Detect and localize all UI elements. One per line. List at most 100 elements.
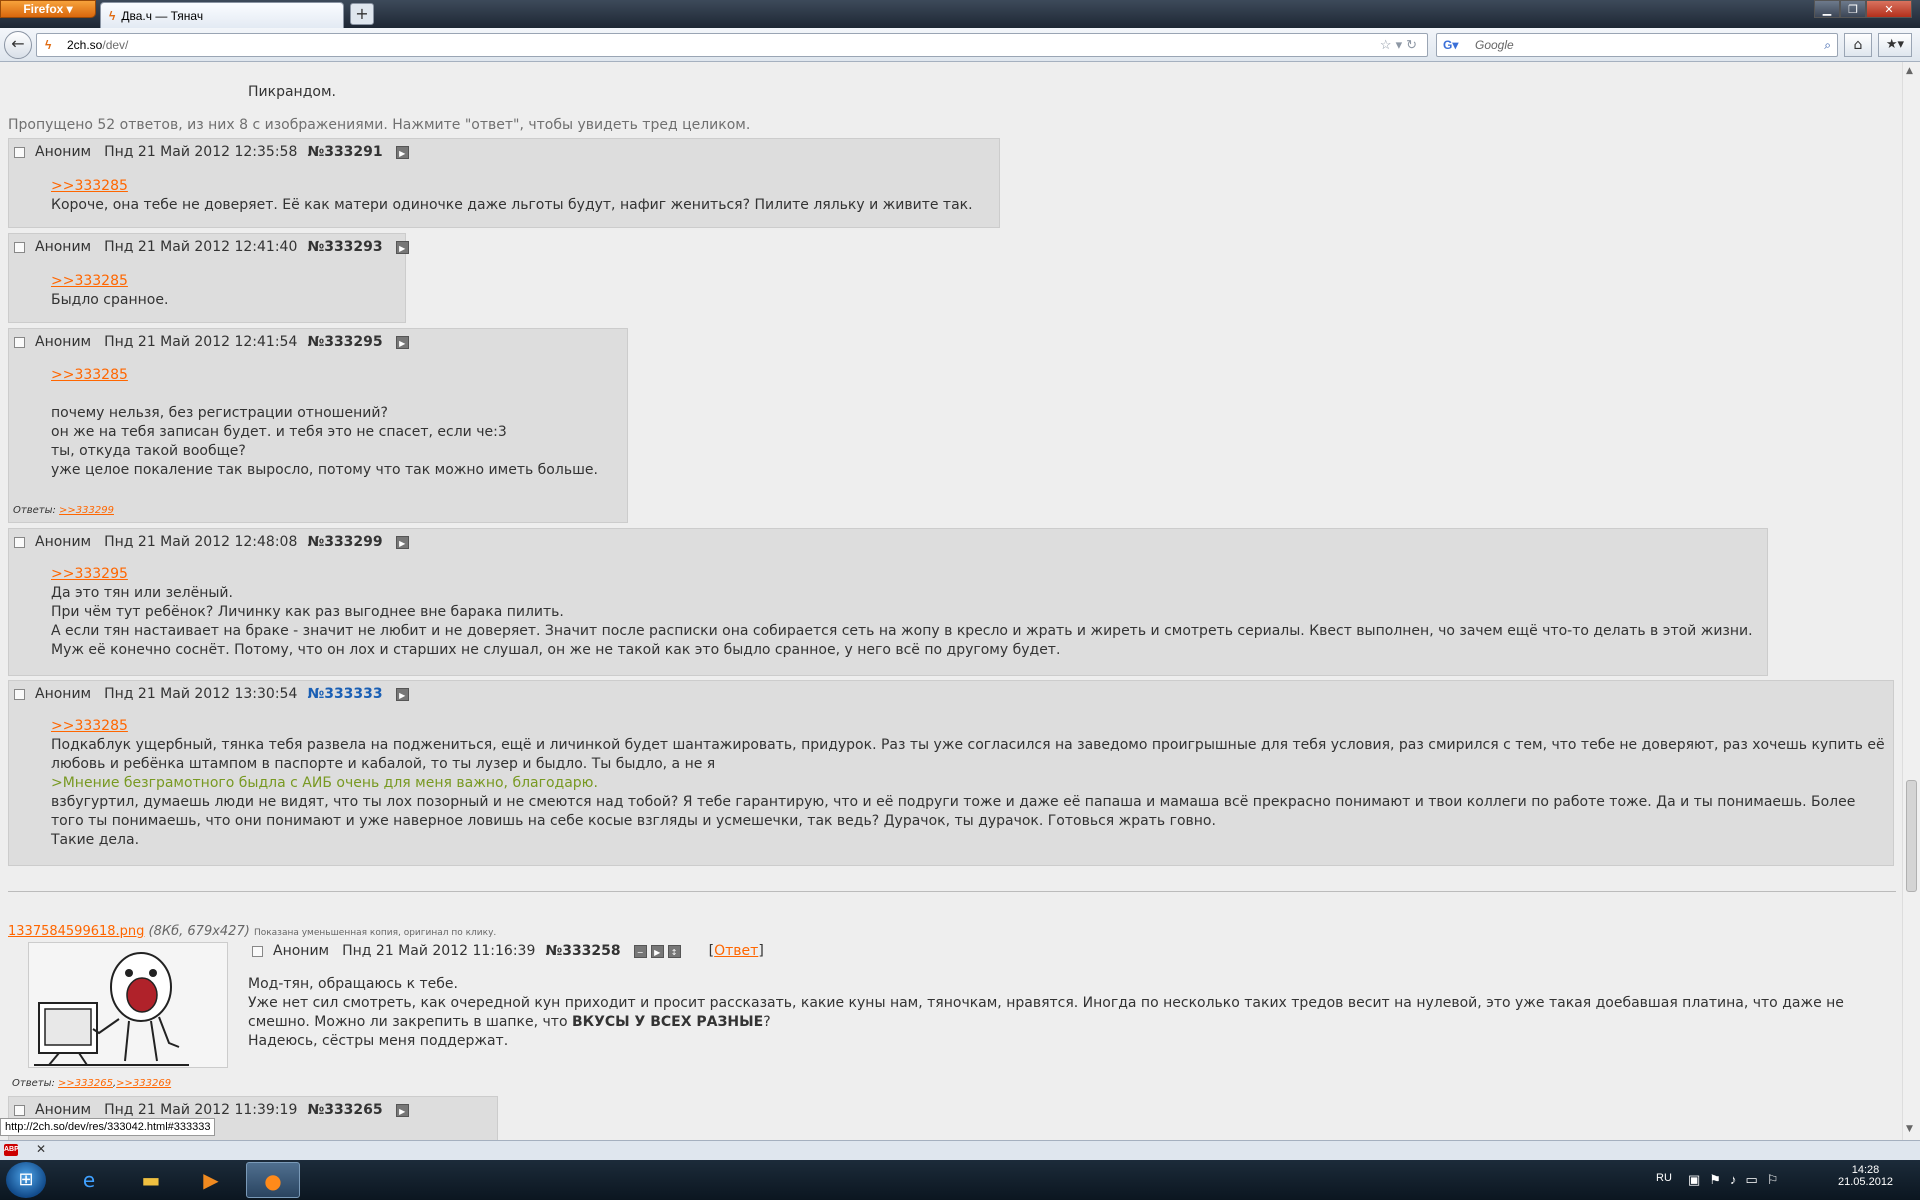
post-expand-icon[interactable]: ▶ — [395, 335, 409, 349]
maximize-button[interactable]: ❐ — [1840, 0, 1866, 18]
action-center-icon[interactable]: ⚐ — [1767, 1172, 1788, 1187]
hide-thread-icon[interactable]: − — [633, 944, 647, 958]
thread-thumbnail-image[interactable] — [28, 942, 228, 1068]
firefox-menu-button[interactable]: Firefox ▾ — [0, 0, 96, 18]
post-number[interactable]: №333258 — [545, 943, 620, 959]
file-info: (8Кб, 679x427) — [148, 924, 250, 939]
post-line: Короче, она тебе не доверяет. Её как мат… — [51, 197, 973, 213]
post-body: >>333285 Короче, она тебе не доверяет. Е… — [51, 177, 973, 215]
post-quote-greentext: >Мнение безграмотного быдла с АИБ очень … — [51, 775, 598, 791]
post-reference-link[interactable]: >>333285 — [51, 178, 128, 194]
replies-label: Ответы: — [13, 505, 56, 516]
close-addon-bar-icon[interactable]: ✕ — [36, 1142, 46, 1156]
post-header: Аноним Пнд 21 Май 2012 11:39:19 №333265 … — [14, 1102, 413, 1118]
site-favicon-icon: ϟ — [45, 38, 52, 52]
search-placeholder: Google — [1475, 38, 1514, 52]
firefox-taskbar-icon[interactable]: ● — [246, 1162, 300, 1198]
post-number[interactable]: №333293 — [307, 239, 382, 255]
scroll-up-icon[interactable]: ▲ — [1906, 66, 1913, 76]
reply-backlink[interactable]: >>333265 — [58, 1078, 113, 1089]
power-icon[interactable]: ▭ — [1745, 1172, 1766, 1187]
post-checkbox[interactable] — [14, 1104, 25, 1116]
internet-explorer-icon[interactable]: e — [62, 1162, 116, 1198]
post-number[interactable]: №333299 — [307, 534, 382, 550]
post-expand-icon[interactable]: ▶ — [650, 944, 664, 958]
post-number[interactable]: №333333 — [307, 686, 382, 702]
post-expand-icon[interactable]: ▶ — [395, 535, 409, 549]
reply-backlink[interactable]: >>333269 — [116, 1078, 171, 1089]
page-scrollbar[interactable]: ▲ ▼ — [1902, 62, 1920, 1140]
poster-name: Аноним — [35, 144, 92, 160]
post-expand-icon[interactable]: ▶ — [395, 240, 409, 254]
post-line: Муж её конечно соснёт. Потому, что он ло… — [51, 642, 1061, 658]
reload-icon[interactable]: ↻ — [1406, 37, 1421, 52]
post-line: Да это тян или зелёный. — [51, 585, 233, 601]
home-button[interactable]: ⌂ — [1844, 33, 1872, 57]
poster-name: Аноним — [35, 534, 92, 550]
status-url: http://2ch.so/dev/res/333042.html#333333 — [0, 1118, 216, 1136]
scrollbar-thumb[interactable] — [1906, 780, 1917, 892]
bookmarks-button[interactable]: ★▾ — [1878, 33, 1912, 57]
back-button[interactable]: ← — [4, 31, 32, 59]
post-line: Подкаблук ущербный, тянка тебя развела н… — [51, 737, 1885, 753]
volume-icon[interactable]: ♪ — [1730, 1172, 1746, 1187]
dropdown-arrow-icon[interactable]: ▾ — [1396, 37, 1407, 52]
post-number[interactable]: №333265 — [307, 1102, 382, 1118]
post-line: уже целое покаление так выросло, потому … — [51, 462, 598, 478]
network-icon[interactable]: ▣ — [1688, 1172, 1709, 1187]
media-player-icon[interactable]: ▶ — [184, 1162, 238, 1198]
windows-logo-icon: ⊞ — [18, 1169, 34, 1190]
post-number[interactable]: №333295 — [307, 334, 382, 350]
post-checkbox[interactable] — [14, 536, 25, 548]
post-body: >>333285 Подкаблук ущербный, тянка тебя … — [51, 717, 1885, 850]
post-expand-icon[interactable]: ▶ — [395, 145, 409, 159]
home-icon: ⌂ — [1853, 37, 1863, 53]
reply-thread-link[interactable]: Ответ — [714, 943, 758, 959]
search-icon[interactable]: ⌕ — [1824, 34, 1831, 56]
post-checkbox[interactable] — [14, 336, 25, 348]
start-button[interactable]: ⊞ — [6, 1162, 46, 1198]
windows-taskbar: ⊞ e ▬ ▶ ● RU ▣⚑♪▭⚐ 14:28 21.05.2012 — [0, 1160, 1920, 1200]
scroll-down-icon[interactable]: ▼ — [1906, 1124, 1913, 1134]
reply-bracket-close: ] — [758, 943, 764, 959]
search-bar[interactable]: G▾ Google ⌕ — [1436, 33, 1838, 57]
tab-active[interactable]: ϟ Два.ч — Тянач — [100, 2, 344, 28]
minimize-button[interactable]: ▁ — [1814, 0, 1840, 18]
explorer-folder-icon[interactable]: ▬ — [124, 1162, 178, 1198]
adblock-icon[interactable]: ABP — [4, 1144, 19, 1156]
post-line: Быдло сранное. — [51, 292, 169, 308]
expand-thread-icon[interactable]: ↕ — [667, 944, 681, 958]
bookmark-star-icon[interactable]: ☆ — [1380, 37, 1396, 52]
close-window-button[interactable]: ✕ — [1866, 0, 1912, 18]
post-line: любовь и ребёнка штампом в паспорте и ка… — [51, 756, 716, 772]
flag-icon[interactable]: ⚑ — [1709, 1172, 1730, 1187]
clock[interactable]: 14:28 21.05.2012 — [1838, 1164, 1893, 1188]
post-checkbox[interactable] — [14, 688, 25, 700]
post-reference-link[interactable]: >>333285 — [51, 367, 128, 383]
thread-divider — [8, 891, 1896, 892]
language-indicator[interactable]: RU — [1656, 1172, 1672, 1184]
post-reference-link[interactable]: >>333285 — [51, 273, 128, 289]
reply-post: Аноним Пнд 21 Май 2012 12:41:54 №333295 … — [8, 328, 628, 523]
file-note: Показана уменьшенная копия, оригинал по … — [253, 928, 497, 938]
post-checkbox[interactable] — [14, 146, 25, 158]
tray-icons: ▣⚑♪▭⚐ — [1688, 1172, 1787, 1188]
post-checkbox[interactable] — [252, 945, 263, 957]
post-header: Аноним Пнд 21 Май 2012 12:35:58 №333291 … — [14, 144, 413, 160]
post-date: Пнд 21 Май 2012 12:41:54 — [104, 334, 298, 350]
post-checkbox[interactable] — [14, 241, 25, 253]
replies-label: Ответы: — [12, 1078, 55, 1089]
url-bar[interactable]: ϟ 2ch.so/dev/ ☆▾↻ — [36, 33, 1428, 57]
post-expand-icon[interactable]: ▶ — [395, 687, 409, 701]
post-number[interactable]: №333291 — [307, 144, 382, 160]
post-date: Пнд 21 Май 2012 12:48:08 — [104, 534, 298, 550]
post-expand-icon[interactable]: ▶ — [395, 1103, 409, 1117]
file-link[interactable]: 1337584599618.png — [8, 924, 144, 939]
post-reference-link[interactable]: >>333295 — [51, 566, 128, 582]
poster-name: Аноним — [273, 943, 330, 959]
google-engine-icon[interactable]: G▾ — [1443, 34, 1458, 56]
reply-post: Аноним Пнд 21 Май 2012 12:48:08 №333299 … — [8, 528, 1768, 676]
new-tab-button[interactable]: + — [350, 3, 374, 25]
post-reference-link[interactable]: >>333285 — [51, 718, 128, 734]
reply-backlink[interactable]: >>333299 — [59, 505, 114, 516]
